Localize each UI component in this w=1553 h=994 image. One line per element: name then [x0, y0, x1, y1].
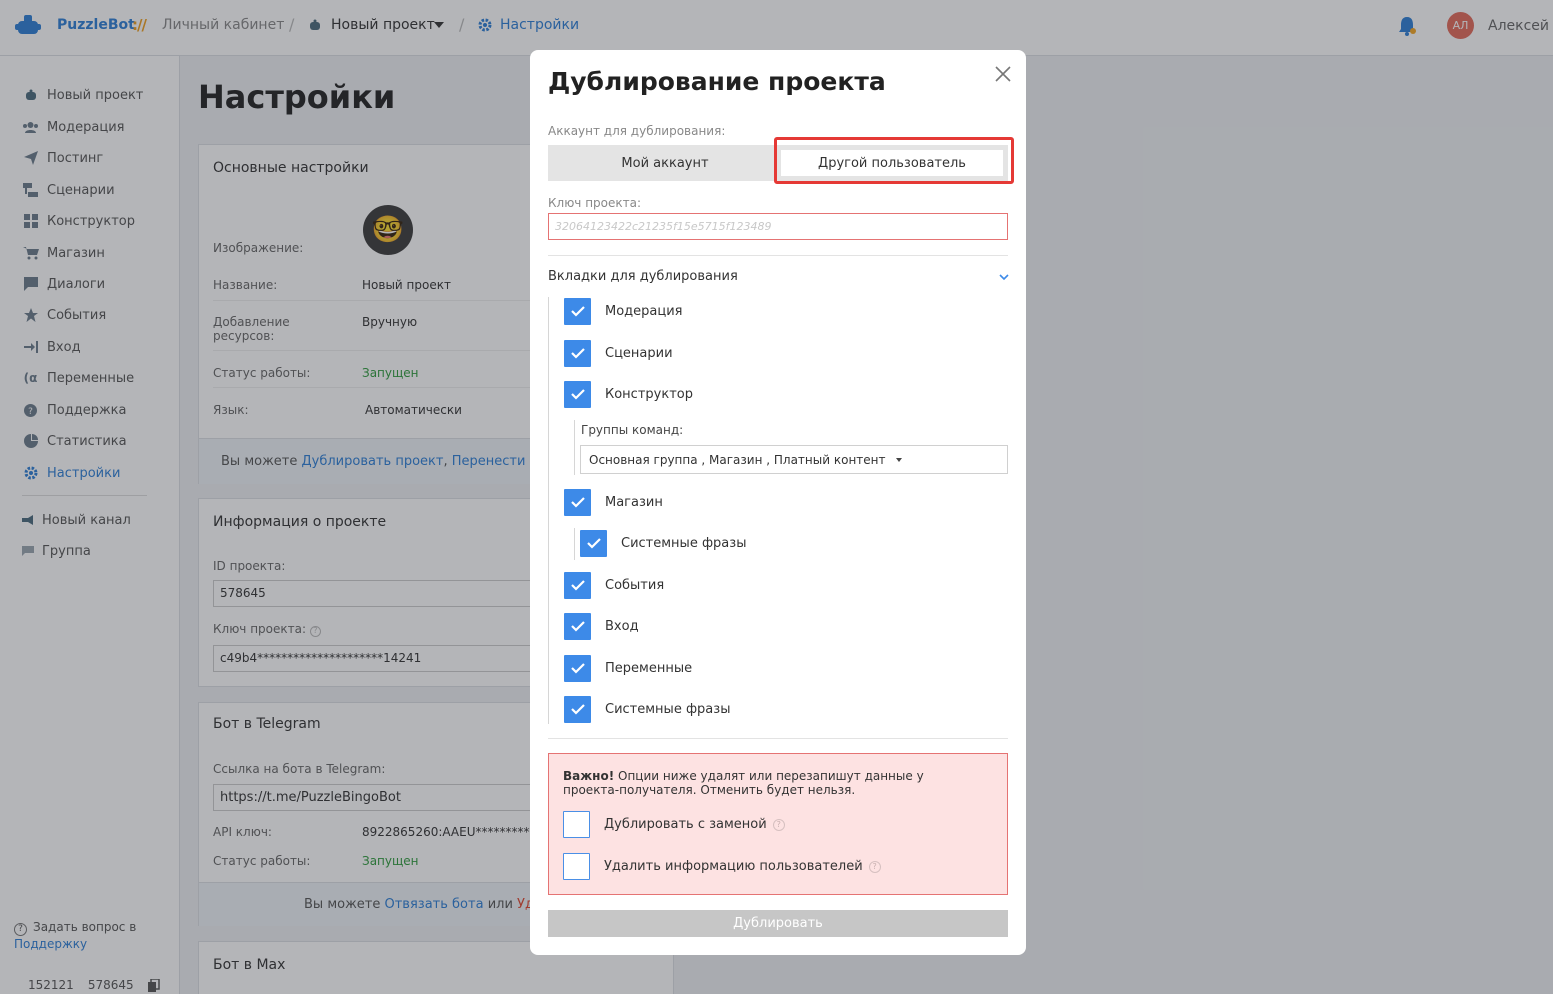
checkbox-unchecked[interactable] — [563, 853, 590, 880]
checkbox-checked[interactable] — [564, 572, 591, 599]
chevron-down-icon[interactable] — [998, 271, 1010, 283]
checkbox-label: Системные фразы — [605, 702, 731, 717]
project-key-input[interactable] — [548, 213, 1008, 240]
tab-checkbox-scenarios[interactable]: Сценарии — [564, 340, 673, 367]
caret-down-icon — [895, 457, 902, 462]
checkbox-checked[interactable] — [564, 696, 591, 723]
tab-checkbox-system-phrases[interactable]: Системные фразы — [564, 696, 730, 723]
checkbox-checked[interactable] — [564, 655, 591, 682]
divider — [548, 255, 1008, 256]
option-duplicate-with-replace[interactable]: Дублировать с заменой ? — [563, 811, 785, 838]
divider — [548, 738, 1008, 739]
checkbox-label: Вход — [605, 619, 639, 634]
checkbox-label: Модерация — [605, 304, 683, 319]
tab-checkbox-login[interactable]: Вход — [564, 613, 639, 640]
checkbox-checked[interactable] — [564, 489, 591, 516]
checkbox-label: Системные фразы — [621, 536, 747, 551]
other-user-option[interactable]: Другой пользователь — [781, 150, 1003, 176]
option-delete-user-info[interactable]: Удалить информацию пользователей ? — [563, 853, 881, 880]
checkbox-unchecked[interactable] — [563, 811, 590, 838]
tree-line — [548, 297, 549, 724]
checkbox-checked[interactable] — [580, 530, 607, 557]
close-icon[interactable] — [993, 64, 1013, 84]
checkbox-checked[interactable] — [564, 298, 591, 325]
tree-line — [574, 420, 575, 475]
checkbox-label: Магазин — [605, 495, 663, 510]
modal-title: Дублирование проекта — [548, 67, 886, 96]
checkbox-label: Удалить информацию пользователей — [604, 859, 863, 874]
tabs-section-header[interactable]: Вкладки для дублирования — [548, 269, 1008, 284]
command-groups-select[interactable]: Основная группа , Магазин , Платный конт… — [580, 445, 1008, 474]
tab-checkbox-constructor[interactable]: Конструктор — [564, 381, 693, 408]
tab-checkbox-variables[interactable]: Переменные — [564, 655, 692, 682]
checkbox-checked[interactable] — [564, 613, 591, 640]
tab-checkbox-shop[interactable]: Магазин — [564, 489, 663, 516]
checkbox-label: Сценарии — [605, 346, 673, 361]
tree-line — [574, 528, 575, 560]
checkbox-checked[interactable] — [564, 381, 591, 408]
command-groups-label: Группы команд: — [581, 423, 684, 437]
account-label: Аккаунт для дублирования: — [548, 124, 726, 138]
checkbox-label: Переменные — [605, 661, 693, 676]
warning-text: Важно! Опции ниже удалят или перезапишут… — [563, 769, 924, 797]
account-toggle: Мой аккаунт Другой пользователь — [548, 145, 1008, 181]
tab-checkbox-moderation[interactable]: Модерация — [564, 298, 683, 325]
help-icon[interactable]: ? — [772, 818, 785, 831]
checkbox-label: События — [605, 578, 665, 593]
my-account-option[interactable]: Мой аккаунт — [548, 145, 782, 181]
help-icon[interactable]: ? — [868, 860, 881, 873]
checkbox-checked[interactable] — [564, 340, 591, 367]
checkbox-label: Конструктор — [605, 387, 693, 402]
duplicate-button[interactable]: Дублировать — [548, 910, 1008, 937]
tab-checkbox-events[interactable]: События — [564, 572, 664, 599]
selected-groups: Основная группа , Магазин , Платный конт… — [589, 452, 886, 467]
shop-sub-checkbox-system-phrases[interactable]: Системные фразы — [580, 530, 746, 557]
warning-box: Важно! Опции ниже удалят или перезапишут… — [548, 753, 1008, 895]
checkbox-label: Дублировать с заменой — [604, 817, 767, 832]
duplicate-project-modal: Дублирование проекта Аккаунт для дублиро… — [530, 50, 1026, 955]
project-key-label: Ключ проекта: — [548, 196, 642, 210]
